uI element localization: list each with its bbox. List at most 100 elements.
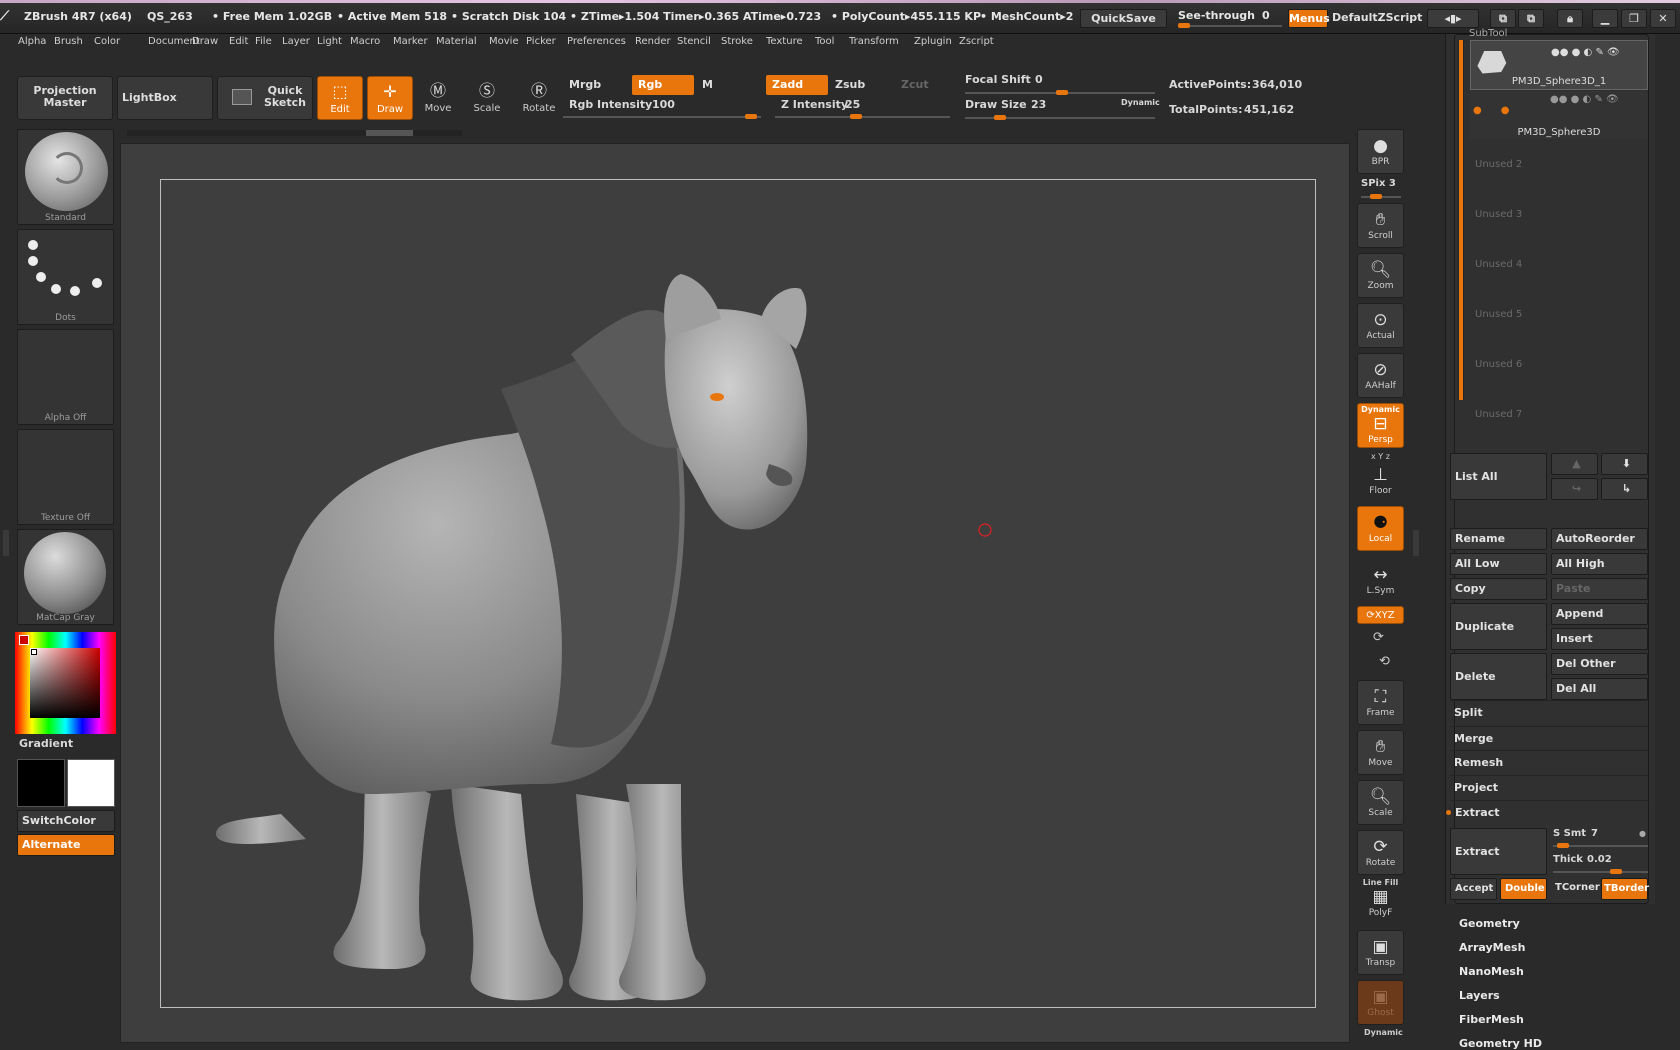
zoom-button[interactable]: 🔍︎ Zoom: [1357, 253, 1404, 298]
thick-slider[interactable]: Thick 0.02: [1553, 852, 1648, 874]
split-section[interactable]: Split: [1450, 700, 1648, 724]
tray-scroll-thumb[interactable]: [366, 130, 413, 136]
lock-icon[interactable]: 🔒︎: [1557, 9, 1583, 28]
minimize-icon[interactable]: ▁: [1592, 9, 1618, 28]
close-icon[interactable]: ✕: [1650, 9, 1676, 28]
menu-alpha[interactable]: Alpha: [18, 36, 46, 47]
menu-stencil[interactable]: Stencil: [677, 36, 711, 47]
s-smt-knob[interactable]: [1557, 843, 1569, 848]
alternate-button[interactable]: Alternate: [17, 834, 115, 856]
scale-view-button[interactable]: 🔍︎ Scale: [1357, 780, 1404, 825]
subtool-visibility-icons[interactable]: ●● ● ◐ ✎ 👁︎: [1551, 47, 1620, 58]
merge-section[interactable]: Merge: [1450, 726, 1648, 750]
see-through-knob[interactable]: [1178, 23, 1190, 28]
focal-shift-slider[interactable]: Focal Shift 0: [965, 73, 1155, 95]
xyz-button[interactable]: ⟳XYZ: [1357, 606, 1404, 624]
menu-texture[interactable]: Texture: [766, 36, 803, 47]
z-intensity-slider[interactable]: Z Intensity 25: [775, 98, 950, 120]
restore-icon[interactable]: ❐: [1621, 9, 1647, 28]
rename-button[interactable]: Rename: [1450, 528, 1547, 550]
menu-marker[interactable]: Marker: [393, 36, 428, 47]
nanomesh-section[interactable]: NanoMesh: [1459, 965, 1524, 978]
rgb-toggle[interactable]: Rgb: [632, 75, 694, 95]
menu-tool[interactable]: Tool: [815, 36, 834, 47]
tile-right-icon[interactable]: ⧉: [1518, 9, 1544, 28]
color-cursor[interactable]: [31, 649, 37, 655]
menu-zplugin[interactable]: Zplugin: [914, 36, 952, 47]
tile-left-icon[interactable]: ⧉: [1490, 9, 1516, 28]
tborder-toggle[interactable]: TBorder: [1601, 878, 1649, 900]
z-rotate-icon[interactable]: ⟲: [1379, 654, 1390, 669]
menu-edit[interactable]: Edit: [229, 36, 248, 47]
append-button[interactable]: Append: [1551, 603, 1648, 625]
edit-mode-button[interactable]: ⬚ Edit: [317, 76, 363, 120]
focal-shift-knob[interactable]: [1056, 90, 1068, 95]
menu-light[interactable]: Light: [317, 36, 342, 47]
bpr-button[interactable]: ● BPR: [1357, 129, 1404, 174]
menu-picker[interactable]: Picker: [526, 36, 556, 47]
menu-transform[interactable]: Transform: [849, 36, 899, 47]
frame-button[interactable]: ⛶ Frame: [1357, 680, 1404, 725]
remesh-section[interactable]: Remesh: [1450, 750, 1648, 774]
persp-button[interactable]: Dynamic ⊟ Persp: [1357, 403, 1404, 448]
main-color-swatch[interactable]: [19, 635, 29, 645]
dynamic-label[interactable]: Dynamic: [1121, 98, 1160, 107]
menu-file[interactable]: File: [255, 36, 272, 47]
menu-material[interactable]: Material: [436, 36, 477, 47]
delete-button[interactable]: Delete: [1450, 653, 1547, 700]
layers-section[interactable]: Layers: [1459, 989, 1500, 1002]
actual-button[interactable]: ⊙ Actual: [1357, 303, 1404, 348]
rotate-view-button[interactable]: ⟳ Rotate: [1357, 830, 1404, 875]
subtool-item-active[interactable]: ●● ● ◐ ✎ 👁︎ PM3D_Sphere3D_1: [1470, 40, 1648, 90]
subtool-item[interactable]: ● ● ●● ● ◐ ✎ 👁︎ PM3D_Sphere3D: [1470, 91, 1648, 139]
geometry-hd-section[interactable]: Geometry HD: [1459, 1037, 1542, 1050]
scroll-button[interactable]: ✋︎ Scroll: [1357, 203, 1404, 248]
s-smt-slider[interactable]: S Smt 7 ●: [1553, 826, 1648, 848]
floor-button[interactable]: ⊥ Floor: [1357, 459, 1404, 504]
menu-movie[interactable]: Movie: [489, 36, 519, 47]
y-rotate-icon[interactable]: ⟳: [1373, 630, 1384, 645]
right-collapse-handle[interactable]: [1413, 530, 1419, 556]
del-other-button[interactable]: Del Other: [1551, 653, 1648, 675]
copy-button[interactable]: Copy: [1450, 578, 1547, 600]
switch-color-button[interactable]: SwitchColor: [17, 810, 115, 832]
stroke-selector[interactable]: Dots: [17, 229, 114, 325]
gradient-toggle[interactable]: Gradient: [19, 737, 73, 750]
default-zscript-button[interactable]: DefaultZScript: [1332, 9, 1422, 28]
double-toggle[interactable]: Double: [1500, 878, 1547, 900]
mrgb-toggle[interactable]: Mrgb: [563, 75, 621, 95]
polyf-button[interactable]: Line Fill ▦ PolyF: [1357, 878, 1404, 923]
menu-macro[interactable]: Macro: [350, 36, 380, 47]
zcut-toggle[interactable]: Zcut: [895, 75, 935, 95]
aahalf-button[interactable]: ⊘ AAHalf: [1357, 353, 1404, 398]
primary-color-swatch[interactable]: [17, 759, 65, 807]
local-button[interactable]: ⚈ Local: [1357, 506, 1404, 551]
alpha-selector[interactable]: Alpha Off: [17, 329, 114, 425]
move-view-button[interactable]: ✋︎ Move: [1357, 730, 1404, 775]
arraymesh-section[interactable]: ArrayMesh: [1459, 941, 1525, 954]
z-intensity-knob[interactable]: [850, 114, 862, 119]
zadd-toggle[interactable]: Zadd: [766, 75, 828, 95]
menu-stroke[interactable]: Stroke: [721, 36, 753, 47]
extract-button[interactable]: Extract: [1450, 828, 1547, 875]
menus-button[interactable]: Menus: [1288, 9, 1330, 28]
del-all-button[interactable]: Del All: [1551, 678, 1648, 700]
left-collapse-handle[interactable]: [3, 530, 9, 556]
color-picker[interactable]: [15, 632, 116, 734]
return-arrow-icon[interactable]: ↳: [1601, 478, 1648, 500]
scale-mode-button[interactable]: Ⓢ Scale: [464, 76, 510, 120]
accept-button[interactable]: Accept: [1450, 878, 1497, 900]
autoreorder-button[interactable]: AutoReorder: [1551, 528, 1648, 550]
secondary-color-swatch[interactable]: [67, 759, 115, 807]
paste-button[interactable]: Paste: [1551, 578, 1648, 600]
menu-preferences[interactable]: Preferences: [567, 36, 626, 47]
spix-slider[interactable]: SPix 3: [1361, 178, 1396, 189]
subtool-scrollbar[interactable]: [1458, 40, 1464, 400]
draw-mode-button[interactable]: ✛ Draw: [367, 76, 413, 120]
redo-arrow-icon[interactable]: ↪: [1551, 478, 1598, 500]
move-down-arrow-icon[interactable]: ⬇: [1601, 453, 1648, 475]
menu-color[interactable]: Color: [94, 36, 120, 47]
thick-knob[interactable]: [1610, 869, 1622, 874]
lightbox-button[interactable]: LightBox: [117, 76, 213, 120]
brush-selector[interactable]: Standard: [17, 129, 114, 225]
